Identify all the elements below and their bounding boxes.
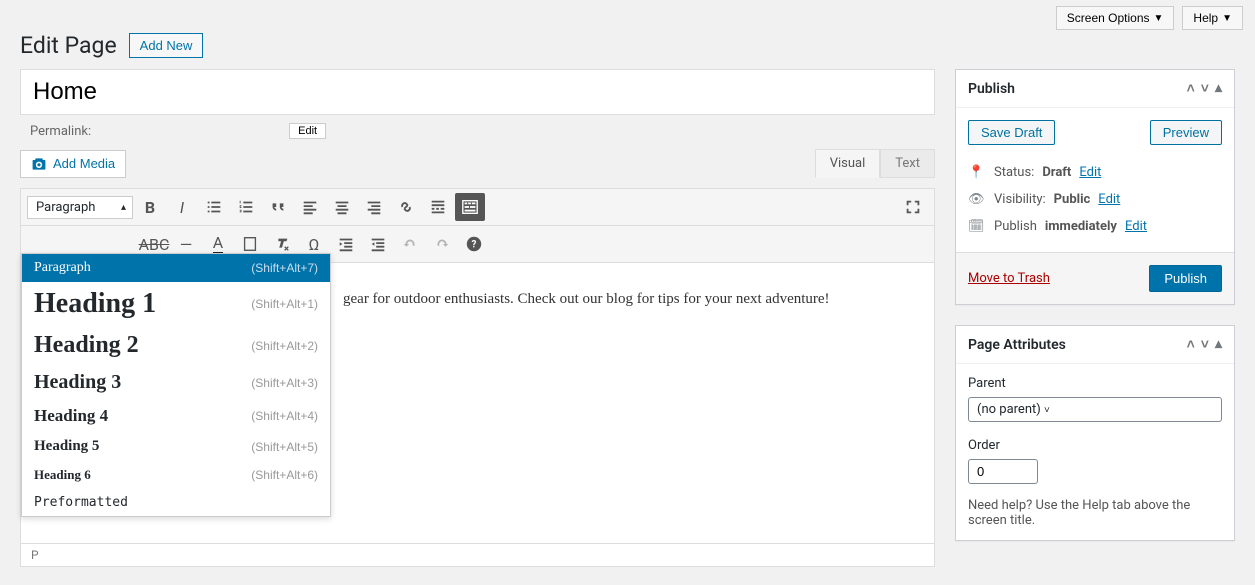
chevron-down-icon: ▼ [1154, 13, 1164, 24]
post-title-input[interactable] [20, 69, 935, 115]
format-option-heading-1[interactable]: Heading 1(Shift+Alt+1) [22, 282, 330, 326]
align-left-button[interactable] [295, 193, 325, 221]
format-option-heading-6[interactable]: Heading 6(Shift+Alt+6) [22, 461, 330, 489]
panel-up-icon[interactable]: ˄ [1187, 80, 1195, 97]
format-option-heading-5[interactable]: Heading 5(Shift+Alt+5) [22, 432, 330, 461]
visibility-icon: 👁 [968, 192, 986, 207]
visibility-label: Visibility: [994, 192, 1046, 207]
svg-text:?: ? [472, 240, 477, 251]
chevron-down-icon: ▼ [1222, 13, 1232, 24]
camera-icon [31, 156, 47, 172]
panel-down-icon[interactable]: ˅ [1201, 80, 1209, 97]
panel-toggle-icon[interactable]: ▴ [1215, 80, 1222, 97]
format-option-heading-3[interactable]: Heading 3(Shift+Alt+3) [22, 365, 330, 400]
numbered-list-button[interactable] [231, 193, 261, 221]
parent-select[interactable]: (no parent) ˅ [968, 397, 1222, 422]
format-dropdown: Paragraph(Shift+Alt+7)Heading 1(Shift+Al… [21, 253, 331, 517]
page-attributes-title: Page Attributes [968, 337, 1066, 353]
format-option-preformatted[interactable]: Preformatted [22, 489, 330, 516]
tab-visual[interactable]: Visual [815, 149, 881, 178]
format-option-heading-2[interactable]: Heading 2(Shift+Alt+2) [22, 326, 330, 365]
status-label: Status: [994, 165, 1034, 180]
blockquote-button[interactable] [263, 193, 293, 221]
status-edit-link[interactable]: Edit [1079, 165, 1101, 180]
panel-down-icon[interactable]: ˅ [1201, 336, 1209, 353]
bold-button[interactable]: B [135, 193, 165, 221]
shortcuts-help-button[interactable]: ? [459, 230, 489, 258]
visibility-edit-link[interactable]: Edit [1098, 192, 1120, 207]
panel-toggle-icon[interactable]: ▴ [1215, 336, 1222, 353]
align-right-button[interactable] [359, 193, 389, 221]
panel-up-icon[interactable]: ˄ [1187, 336, 1195, 353]
visibility-value: Public [1054, 192, 1091, 207]
calendar-icon: 🗓 [968, 219, 986, 234]
publish-date-label: Publish [994, 219, 1037, 234]
editor-status-bar: P [21, 543, 934, 566]
undo-button[interactable] [395, 230, 425, 258]
publish-button[interactable]: Publish [1149, 265, 1222, 292]
save-draft-button[interactable]: Save Draft [968, 120, 1055, 145]
format-select[interactable]: Paragraph▴ [27, 196, 133, 219]
chevron-down-icon: ˅ [1044, 405, 1050, 416]
permalink-edit-button[interactable]: Edit [289, 123, 326, 139]
italic-button[interactable]: I [167, 193, 197, 221]
screen-options-button[interactable]: Screen Options ▼ [1056, 6, 1175, 30]
align-center-button[interactable] [327, 193, 357, 221]
link-button[interactable] [391, 193, 421, 221]
permalink-label: Permalink: [30, 124, 91, 139]
redo-button[interactable] [427, 230, 457, 258]
format-option-heading-4[interactable]: Heading 4(Shift+Alt+4) [22, 400, 330, 432]
pin-icon: 📍 [968, 165, 986, 180]
format-option-paragraph[interactable]: Paragraph(Shift+Alt+7) [22, 254, 330, 282]
move-to-trash-link[interactable]: Move to Trash [968, 271, 1050, 286]
publish-date-edit-link[interactable]: Edit [1125, 219, 1147, 234]
toolbar-toggle-button[interactable] [455, 193, 485, 221]
bullet-list-button[interactable] [199, 193, 229, 221]
fullscreen-button[interactable] [898, 193, 928, 221]
tab-text[interactable]: Text [880, 149, 935, 178]
publish-date-value: immediately [1045, 219, 1117, 234]
status-value: Draft [1042, 165, 1071, 180]
preview-button[interactable]: Preview [1150, 120, 1222, 145]
parent-label: Parent [968, 376, 1222, 391]
publish-panel-title: Publish [968, 81, 1015, 97]
order-input[interactable] [968, 459, 1038, 484]
outdent-button[interactable] [331, 230, 361, 258]
indent-button[interactable] [363, 230, 393, 258]
chevron-up-icon: ▴ [121, 202, 126, 213]
read-more-button[interactable] [423, 193, 453, 221]
add-new-button[interactable]: Add New [129, 33, 204, 58]
help-text: Need help? Use the Help tab above the sc… [968, 498, 1222, 528]
page-title: Edit Page [20, 32, 117, 59]
help-button[interactable]: Help ▼ [1182, 6, 1243, 30]
add-media-button[interactable]: Add Media [20, 150, 126, 178]
order-label: Order [968, 438, 1222, 453]
